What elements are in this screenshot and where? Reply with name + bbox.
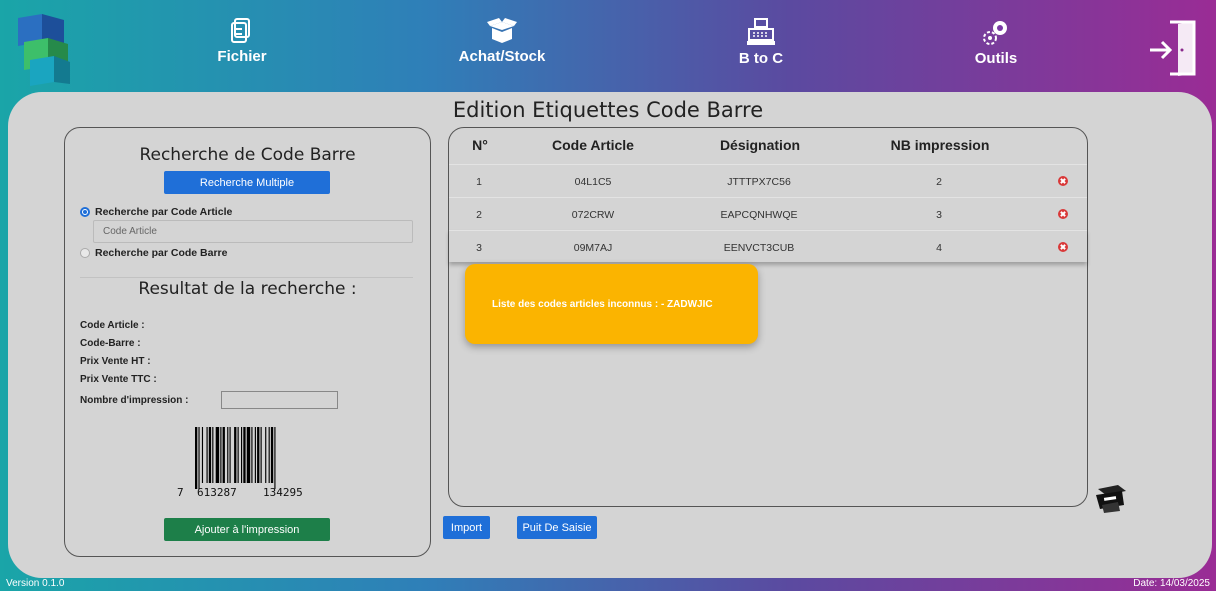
cash-register-icon [747, 18, 775, 45]
file-icon [231, 18, 250, 43]
table-header-nb: NB impression [890, 137, 990, 153]
table-row[interactable]: 3 09M7AJ EENVCT3CUB 4 [449, 230, 1087, 262]
unknown-codes-toast: Liste des codes articles inconnus : - ZA… [465, 264, 758, 344]
delete-icon[interactable] [1058, 209, 1068, 219]
table-row[interactable]: 1 04L1C5 JTTTPX7C56 2 [449, 164, 1087, 196]
radio-label: Recherche par Code Barre [95, 247, 228, 259]
prix-ttc-label: Prix Vente TTC : [80, 374, 157, 385]
nav-b-to-c[interactable]: B to C [701, 18, 821, 67]
barcode-image: 7 613287 134295 [177, 427, 303, 499]
cell-code: 04L1C5 [574, 176, 612, 188]
search-title: Recherche de Code Barre [139, 145, 356, 165]
add-to-print-button[interactable]: Ajouter à l'impression [164, 518, 330, 541]
cell-n: 2 [476, 209, 482, 221]
delete-icon[interactable] [1058, 242, 1068, 252]
printer-icon[interactable] [1092, 483, 1128, 513]
page-title: Edition Etiquettes Code Barre [452, 98, 764, 122]
nb-impression-input[interactable] [221, 391, 338, 409]
exit-door-icon[interactable] [1148, 18, 1198, 78]
nav-achat-stock[interactable]: Achat/Stock [442, 18, 562, 65]
radio-code-article[interactable]: Recherche par Code Article [80, 206, 232, 218]
code-article-label: Code Article : [80, 320, 145, 331]
puit-de-saisie-button[interactable]: Puit De Saisie [517, 516, 597, 539]
cell-nb: 2 [936, 176, 942, 188]
prix-ht-label: Prix Vente HT : [80, 356, 151, 367]
radio-code-barre[interactable]: Recherche par Code Barre [80, 247, 227, 259]
result-title: Resultat de la recherche : [138, 279, 357, 299]
gears-icon [983, 21, 1007, 45]
table-header-designation: Désignation [719, 137, 801, 153]
import-button[interactable]: Import [443, 516, 490, 539]
nb-impression-label: Nombre d'impression : [80, 395, 189, 406]
cell-designation: EAPCQNHWQE [720, 209, 798, 221]
radio-label: Recherche par Code Article [95, 206, 233, 218]
radio-unchecked-icon [80, 248, 90, 258]
barcode-left-digits: 613287 [197, 486, 237, 499]
box-icon [487, 18, 517, 43]
multi-search-button[interactable]: Recherche Multiple [164, 171, 330, 194]
cell-designation: JTTTPX7C56 [727, 176, 791, 188]
cell-code: 072CRW [571, 209, 615, 221]
table-header-code: Code Article [552, 137, 634, 153]
code-barre-label: Code-Barre : [80, 338, 141, 349]
barcode-first-digit: 7 [177, 486, 184, 499]
cell-n: 1 [476, 176, 482, 188]
nav-label: Outils [974, 50, 1018, 67]
code-article-input[interactable]: Code Article [93, 220, 413, 243]
cell-n: 3 [476, 242, 482, 254]
nav-fichier[interactable]: Fichier [182, 18, 302, 65]
divider [80, 277, 413, 278]
cell-nb: 4 [936, 242, 942, 254]
date-label: Date: 14/03/2025 [1133, 578, 1210, 589]
nav-outils[interactable]: Outils [936, 18, 1056, 67]
app-logo [18, 14, 70, 86]
cell-code: 09M7AJ [573, 242, 613, 254]
table-header-n: N° [472, 137, 488, 153]
barcode-right-digits: 134295 [263, 486, 303, 499]
version-label: Version 0.1.0 [6, 578, 65, 589]
top-navigation: Fichier Achat/Stock B to C Outils [0, 0, 1216, 95]
cell-nb: 3 [936, 209, 942, 221]
nav-label: Achat/Stock [458, 48, 546, 65]
table-row[interactable]: 2 072CRW EAPCQNHWQE 3 [449, 197, 1087, 229]
nav-label: B to C [738, 50, 784, 67]
radio-checked-icon [80, 207, 90, 217]
cell-designation: EENVCT3CUB [723, 242, 795, 254]
delete-icon[interactable] [1058, 176, 1068, 186]
nav-label: Fichier [217, 48, 267, 65]
